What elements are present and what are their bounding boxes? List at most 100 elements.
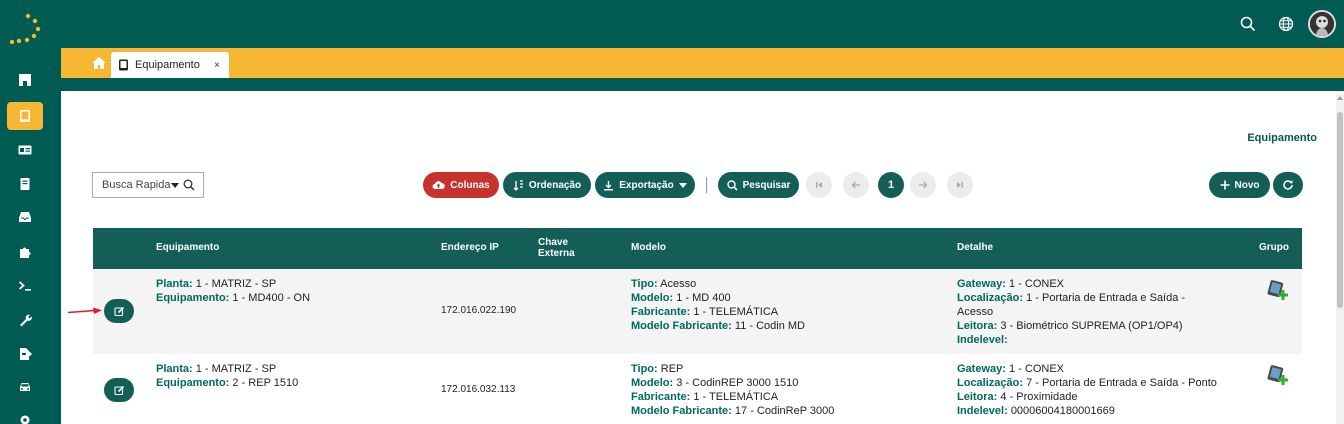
tab-equipamento[interactable]: Equipamento × xyxy=(111,52,229,78)
chevron-down-icon[interactable] xyxy=(171,183,179,188)
first-page-button[interactable] xyxy=(806,172,832,198)
type-value: REP xyxy=(660,363,684,375)
last-page-button[interactable] xyxy=(947,172,973,198)
current-page[interactable]: 1 xyxy=(878,172,904,198)
indelevel-label: Indelevel: xyxy=(957,405,1008,417)
reader-label: Leitora: xyxy=(957,320,998,332)
col-detail[interactable]: Detalhe xyxy=(957,242,993,253)
top-bar xyxy=(61,0,1344,48)
table-header: Equipamento Endereço IP Chave Externa Mo… xyxy=(93,228,1302,269)
chevron-down-icon xyxy=(678,182,687,188)
col-ip[interactable]: Endereço IP xyxy=(441,242,499,253)
ip-cell: 172.016.032.113 xyxy=(441,384,516,395)
detail-cell: Gateway: 1 - CONEX Localização: 1 - Port… xyxy=(957,277,1257,347)
equipment-cell: Planta: 1 - MATRIZ - SP Equipamento: 1 -… xyxy=(156,277,310,305)
search-icon[interactable] xyxy=(183,179,195,191)
scrollbar-thumb[interactable] xyxy=(1337,112,1343,308)
avatar[interactable] xyxy=(1308,10,1336,38)
sidebar-item-book[interactable] xyxy=(7,170,43,198)
new-label: Novo xyxy=(1234,179,1260,191)
gateway-label: Gateway: xyxy=(957,363,1006,375)
search-icon xyxy=(726,179,738,191)
quick-search-placeholder: Busca Rapida xyxy=(102,179,171,191)
left-sidebar xyxy=(0,0,61,424)
add-group-icon[interactable] xyxy=(1266,279,1288,301)
sidebar-item-inbox[interactable] xyxy=(7,203,43,231)
close-icon[interactable]: × xyxy=(214,60,220,71)
sidebar-item-vehicle[interactable] xyxy=(7,373,43,401)
location-label: Localização: xyxy=(957,292,1024,304)
new-button[interactable]: Novo xyxy=(1209,172,1270,198)
gateway-value: 1 - CONEX xyxy=(1008,278,1064,290)
next-page-button[interactable] xyxy=(910,172,936,198)
search-icon[interactable] xyxy=(1238,14,1258,34)
reader-value: 3 - Biométrico SUPREMA (OP1/OP4) xyxy=(1000,320,1183,332)
download-icon xyxy=(604,180,614,190)
annotation-arrow-icon xyxy=(67,307,102,314)
book-icon xyxy=(20,178,30,190)
order-button[interactable]: Ordenação xyxy=(503,172,591,198)
sidebar-item-plugins[interactable] xyxy=(7,238,43,266)
columns-label: Colunas xyxy=(450,179,490,191)
refresh-button[interactable] xyxy=(1273,172,1303,198)
sidebar-item-home[interactable] xyxy=(7,66,43,94)
logo-icon[interactable] xyxy=(8,12,44,48)
sidebar-item-settings[interactable] xyxy=(7,406,43,424)
col-external-key-line2: Externa xyxy=(538,248,575,259)
scroll-up-arrow-icon[interactable] xyxy=(1337,96,1343,100)
col-external-key-line1: Chave xyxy=(538,237,569,248)
search-label: Pesquisar xyxy=(742,179,791,191)
columns-button[interactable]: Colunas xyxy=(423,172,499,198)
col-external-key[interactable]: Chave Externa xyxy=(538,237,588,259)
sidebar-item-terminal[interactable] xyxy=(7,272,43,300)
col-group[interactable]: Grupo xyxy=(1259,242,1289,253)
manufacturer-model-value: 11 - Codin MD xyxy=(734,320,806,332)
gateway-value: 1 - CONEX xyxy=(1008,363,1064,375)
col-equipment[interactable]: Equipamento xyxy=(156,242,219,253)
equipment-label: Equipamento: xyxy=(156,377,230,389)
model-cell: Tipo: REP Modelo: 3 - CodinREP 3000 1510… xyxy=(631,362,834,418)
edit-button[interactable] xyxy=(104,378,134,402)
header-divider xyxy=(61,78,1344,91)
toolbar-separator xyxy=(706,177,707,193)
manufacturer-model-label: Modelo Fabricante: xyxy=(631,320,732,332)
last-page-icon xyxy=(957,182,963,188)
home-icon[interactable] xyxy=(91,56,107,70)
prev-page-button[interactable] xyxy=(843,172,869,198)
equipment-value: 1 - MD400 - ON xyxy=(232,292,311,304)
model-label: Modelo: xyxy=(631,377,674,389)
gear-icon xyxy=(20,415,30,424)
wrench-icon xyxy=(20,314,32,327)
car-icon xyxy=(20,383,30,391)
manufacturer-label: Fabricante: xyxy=(631,306,691,318)
page-title: Equipamento xyxy=(1247,132,1317,144)
sidebar-item-card[interactable] xyxy=(7,136,43,164)
export-button[interactable]: Exportação xyxy=(595,172,695,198)
sidebar-item-export[interactable] xyxy=(7,340,43,368)
table-row[interactable]: Planta: 1 - MATRIZ - SP Equipamento: 1 -… xyxy=(93,269,1302,354)
equipment-value: 2 - REP 1510 xyxy=(232,377,299,389)
app: Equipamento × Equipamento Busca Rapida C… xyxy=(0,0,1344,424)
model-label: Modelo: xyxy=(631,292,674,304)
quick-search-input[interactable]: Busca Rapida xyxy=(92,172,204,198)
model-cell: Tipo: Acesso Modelo: 1 - MD 400 Fabrican… xyxy=(631,277,805,333)
vertical-scrollbar[interactable] xyxy=(1336,94,1344,424)
sidebar-item-tools[interactable] xyxy=(7,306,43,334)
location-value: 7 - Portaria de Entrada e Saída - Ponto xyxy=(1026,377,1217,389)
edit-button[interactable] xyxy=(104,299,134,323)
col-model[interactable]: Modelo xyxy=(631,242,666,253)
tablet-icon xyxy=(119,59,128,71)
table-row[interactable]: Planta: 1 - MATRIZ - SP Equipamento: 2 -… xyxy=(93,354,1302,424)
globe-icon[interactable] xyxy=(1276,14,1296,34)
add-group-icon[interactable] xyxy=(1266,364,1288,386)
indelevel-label: Indelevel: xyxy=(957,334,1008,346)
location-value-cont: Acesso xyxy=(957,306,994,318)
model-value: 1 - MD 400 xyxy=(676,292,731,304)
model-value: 3 - CodinREP 3000 1510 xyxy=(676,377,799,389)
location-value: 1 - Portaria de Entrada e Saída - xyxy=(1026,292,1186,304)
sidebar-item-equipment[interactable] xyxy=(7,102,43,130)
refresh-icon xyxy=(1283,180,1293,190)
search-button[interactable]: Pesquisar xyxy=(718,172,799,198)
export-label: Exportação xyxy=(619,179,674,191)
inbox-icon xyxy=(19,212,31,222)
